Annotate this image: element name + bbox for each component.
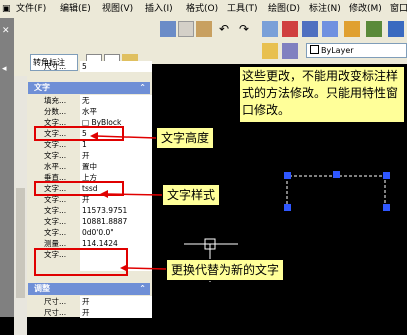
arrow-head [100, 190, 108, 198]
explanation-note: 这些更改，不能用改变标注样式的方法修改。只能用特性窗口修改。 [239, 66, 405, 123]
arrow-line [95, 135, 157, 139]
arrow-head [120, 264, 128, 272]
label-override-text: 更换代替为新的文字 [166, 259, 285, 281]
arrow-head [90, 132, 98, 140]
arrow-line [105, 193, 163, 196]
label-text-height: 文字高度 [156, 127, 215, 149]
label-text-style: 文字样式 [162, 184, 221, 206]
arrow-line [125, 267, 167, 270]
